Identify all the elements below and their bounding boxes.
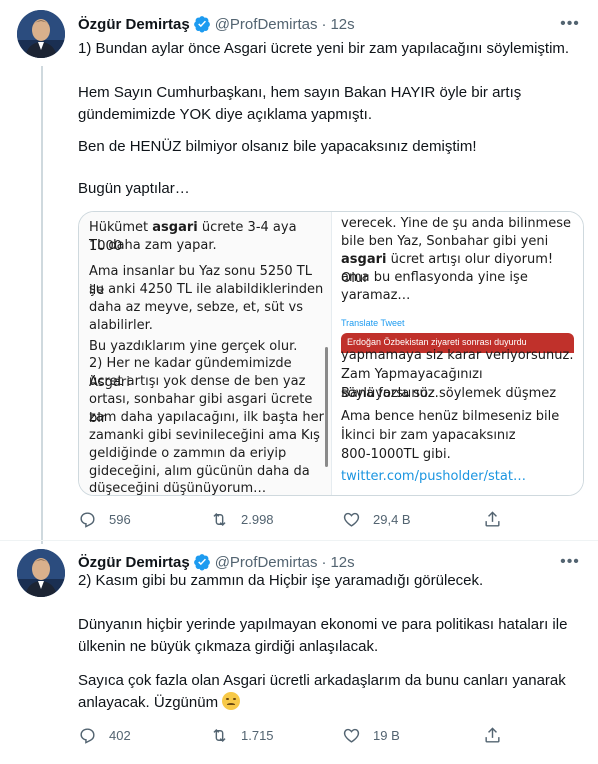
thread-connector-line [41, 66, 43, 544]
tweet-paragraph: Hem Sayın Cumhurbaşkanı, hem sayın Bakan… [78, 84, 522, 123]
separator-dot: · [321, 15, 327, 33]
reply-count: 596 [109, 511, 131, 527]
reply-icon [80, 511, 95, 528]
tweet-text: Hem Sayın Cumhurbaşkanı, hem sayın Bakan… [78, 82, 584, 126]
screenshot-line: ama bu enflasyonda yine işe [341, 270, 528, 285]
more-dots-icon[interactable]: ••• [560, 552, 580, 572]
verified-badge-icon [193, 16, 210, 33]
avatar-image [17, 10, 65, 58]
action-bar: 402 1.715 19 B [78, 724, 508, 746]
like-icon [343, 728, 360, 743]
screenshot-line: bile ben Yaz, Sonbahar gibi yeni [341, 234, 549, 249]
media-card[interactable]: Hükümet asgari ücrete 3-4 aya 1000 TL da… [78, 211, 584, 496]
screenshot-line: zam daha yapılacağını, ilk başta her [89, 410, 324, 425]
verified-badge-icon [193, 554, 210, 571]
screenshot-line: Ama bence henüz bilmeseniz bile [341, 409, 560, 424]
screenshot-line: yaramaz… [341, 288, 411, 303]
separator-dot: · [321, 553, 327, 571]
screenshot-line: İkinci bir zam yapacaksınız [341, 428, 516, 443]
like-count: 29,4 B [373, 511, 411, 527]
tweet-paragraph: Ben de HENÜZ bilmiyor olsanız bile yapac… [78, 138, 477, 155]
screenshot-line: yapmamaya siz karar veriyorsunuz. [341, 348, 574, 363]
share-button[interactable] [483, 510, 514, 529]
screenshot-link[interactable]: twitter.com/pusholder/stat… [341, 467, 526, 486]
tweet-text: Sayıca çok fazla olan Asgari ücretli ark… [78, 670, 584, 714]
translate-tweet-link[interactable]: Translate Tweet [341, 318, 405, 328]
tweet-paragraph: Dünyanın hiçbir yerinde yapılmayan ekono… [78, 616, 568, 655]
tweet-1[interactable]: Özgür Demirtaş @ProfDemirtas · 12s ••• 1… [0, 0, 598, 544]
screenshot-line: şu anki 4250 TL ile alabildiklerinden [89, 282, 324, 297]
tweet-paragraph: Sayıca çok fazla olan Asgari ücretli ark… [78, 670, 584, 714]
action-bar: 596 2.998 29,4 B [78, 508, 508, 530]
like-button[interactable]: 29,4 B [342, 510, 411, 529]
avatar[interactable] [17, 549, 65, 597]
author-handle[interactable]: @ProfDemirtas [215, 554, 318, 571]
retweet-icon [213, 728, 226, 742]
retweet-count: 1.715 [241, 727, 274, 743]
tweet-header: Özgür Demirtaş @ProfDemirtas · 12s [78, 14, 355, 34]
screenshot-line: TL daha zam yapar. [89, 238, 217, 253]
tweet-paragraph: 2) Kasım gibi bu zammın da Hiçbir işe ya… [78, 572, 484, 589]
author-name[interactable]: Özgür Demirtaş [78, 554, 190, 571]
timestamp[interactable]: 12s [330, 554, 354, 571]
avatar-image [17, 549, 65, 597]
tweet-text: Dünyanın hiçbir yerinde yapılmayan ekono… [78, 614, 584, 658]
tweet-text: Ben de HENÜZ bilmiyor olsanız bile yapac… [78, 136, 584, 158]
screenshot-line: daha az meyve, sebze, et, süt vs [89, 300, 303, 315]
reply-icon [80, 727, 95, 744]
screenshot-line: geldiğinde o zammın da eriyip [89, 446, 287, 461]
screenshot-line: verecek. Yine de şu anda bilinmese [341, 216, 571, 231]
share-button[interactable] [483, 726, 514, 745]
like-button[interactable]: 19 B [342, 726, 400, 745]
screenshot-line: ücret artışı yok dense de ben yaz [89, 374, 306, 389]
screenshot-line: 800-1000TL gibi. [341, 447, 451, 462]
reply-button[interactable]: 596 [78, 510, 131, 529]
screenshot-line: düşeceğini düşünüyorum… [89, 481, 267, 496]
reply-count: 402 [109, 727, 131, 743]
tweet-paragraph: 1) Bundan aylar önce Asgari ücrete yeni … [78, 40, 570, 57]
like-icon [343, 512, 360, 527]
screenshot-line: alabilirler. [89, 318, 153, 333]
tweet-paragraph-text: Sayıca çok fazla olan Asgari ücretli ark… [78, 672, 566, 711]
retweet-button[interactable]: 1.715 [210, 726, 274, 745]
like-count: 19 B [373, 727, 400, 743]
retweet-count: 2.998 [241, 511, 274, 527]
tweet-paragraph: Bugün yaptılar… [78, 180, 190, 197]
tweet-text: Bugün yaptılar… [78, 178, 584, 200]
tweet-2[interactable]: Özgür Demirtaş @ProfDemirtas · 12s ••• 2… [0, 540, 598, 764]
tweet-header: Özgür Demirtaş @ProfDemirtas · 12s [78, 552, 355, 572]
author-name[interactable]: Özgür Demirtaş [78, 16, 190, 33]
media-image-left[interactable]: Hükümet asgari ücrete 3-4 aya 1000 TL da… [79, 212, 331, 496]
tweet-text: 1) Bundan aylar önce Asgari ücrete yeni … [78, 38, 584, 60]
screenshot-line: Bana fazla söz söylemek düşmez [341, 386, 557, 401]
screenshot-scrollbar [325, 347, 328, 467]
more-dots-icon[interactable]: ••• [560, 14, 580, 34]
screenshot-line: zamanki gibi sevinileceğini ama Kış [89, 428, 320, 443]
timestamp[interactable]: 12s [330, 16, 354, 33]
author-handle[interactable]: @ProfDemirtas [215, 16, 318, 33]
reply-button[interactable]: 402 [78, 726, 131, 745]
retweet-button[interactable]: 2.998 [210, 510, 274, 529]
share-icon [485, 510, 500, 527]
disappointed-face-emoji [222, 692, 241, 710]
retweet-icon [213, 512, 226, 526]
avatar[interactable] [17, 10, 65, 58]
share-icon [485, 726, 500, 743]
tweet-text: 2) Kasım gibi bu zammın da Hiçbir işe ya… [78, 570, 584, 592]
